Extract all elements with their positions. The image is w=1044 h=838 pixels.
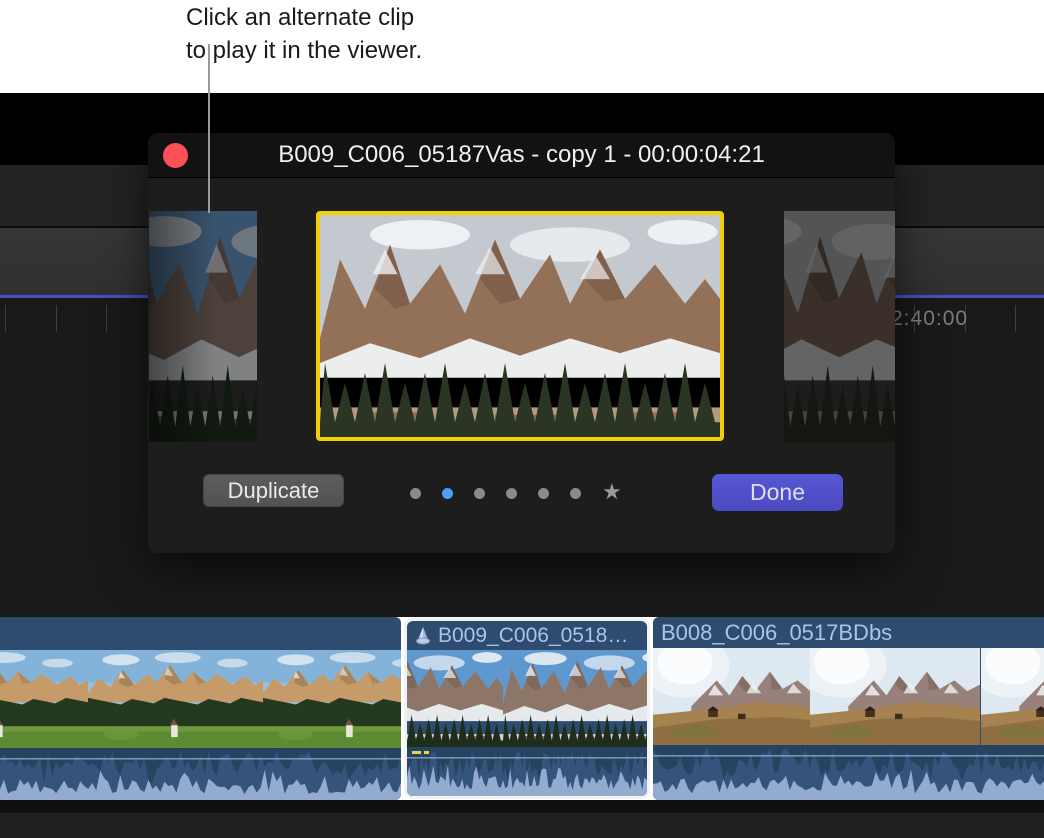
audition-title: B009_C006_05187Vas - copy 1 - 00:00:04:2… bbox=[278, 141, 765, 169]
alternate-shade bbox=[149, 211, 257, 442]
audio-waveform bbox=[653, 745, 1044, 800]
final-cut-pro-window: 2:40:00 Click an alternate clip to play … bbox=[0, 0, 1044, 838]
filmstrip bbox=[0, 650, 401, 748]
filmstrip-frame bbox=[407, 650, 503, 747]
finalize-star-icon[interactable]: ★ bbox=[602, 481, 622, 503]
callout-pointer-line bbox=[208, 44, 210, 213]
filmstrip bbox=[407, 650, 647, 747]
timeline-clip-valley[interactable] bbox=[0, 617, 401, 800]
keyword-marker bbox=[424, 751, 429, 754]
duplicate-button-label: Duplicate bbox=[228, 478, 320, 504]
audition-pager-dots: ★ bbox=[410, 481, 630, 505]
ruler-tick bbox=[1015, 305, 1016, 332]
audition-record-dot-icon bbox=[163, 143, 188, 168]
audition-window: B009_C006_05187Vas - copy 1 - 00:00:04:2… bbox=[148, 133, 895, 553]
alternate-clip-right[interactable] bbox=[784, 211, 895, 442]
keyword-marker bbox=[412, 751, 421, 754]
ruler-tick bbox=[106, 305, 107, 332]
callout-text: Click an alternate clip to play it in th… bbox=[186, 1, 422, 67]
pager-dot[interactable] bbox=[538, 488, 549, 499]
filmstrip bbox=[653, 648, 1044, 745]
filmstrip-frame bbox=[503, 650, 647, 747]
pager-dot[interactable] bbox=[570, 488, 581, 499]
clip-header: B008_C006_0517BDbs bbox=[653, 617, 1044, 649]
ruler-tick bbox=[5, 305, 6, 332]
timeline-clip-selected-audition[interactable]: B009_C006_0518… bbox=[404, 618, 650, 799]
callout-text-line2: to play it in the viewer. bbox=[186, 34, 422, 67]
pager-dot-active[interactable] bbox=[442, 488, 453, 499]
clip-header: B009_C006_0518… bbox=[407, 621, 647, 650]
pager-dot[interactable] bbox=[474, 488, 485, 499]
clip-header bbox=[0, 617, 401, 649]
filmstrip-frame bbox=[0, 650, 88, 748]
pager-dot[interactable] bbox=[410, 488, 421, 499]
audition-spotlight-icon bbox=[415, 626, 432, 645]
callout-text-line1: Click an alternate clip bbox=[186, 1, 422, 34]
audio-waveform bbox=[0, 748, 401, 800]
timeline-lane-gap bbox=[0, 800, 1044, 813]
ruler-tick bbox=[56, 305, 57, 332]
timecode-label: 2:40:00 bbox=[891, 307, 968, 331]
audio-waveform bbox=[407, 747, 647, 796]
selected-pick-clip[interactable] bbox=[316, 211, 724, 441]
done-button-label: Done bbox=[750, 479, 805, 506]
done-button[interactable]: Done bbox=[712, 474, 843, 511]
alternate-clip-left[interactable] bbox=[149, 211, 257, 442]
pager-dot[interactable] bbox=[506, 488, 517, 499]
filmstrip-frame bbox=[88, 650, 263, 748]
audition-titlebar[interactable]: B009_C006_05187Vas - copy 1 - 00:00:04:2… bbox=[148, 133, 895, 178]
clip-name: B009_C006_0518… bbox=[438, 624, 628, 648]
timeline-lower-area bbox=[0, 813, 1044, 838]
filmstrip-frame bbox=[810, 648, 981, 745]
duplicate-button[interactable]: Duplicate bbox=[203, 474, 344, 507]
filmstrip-frame bbox=[981, 648, 1044, 745]
filmstrip-frame bbox=[263, 650, 401, 748]
clip-name: B008_C006_0517BDbs bbox=[661, 620, 892, 646]
timeline-clip-b008[interactable]: B008_C006_0517BDbs bbox=[653, 617, 1044, 800]
filmstrip-frame bbox=[653, 648, 810, 745]
